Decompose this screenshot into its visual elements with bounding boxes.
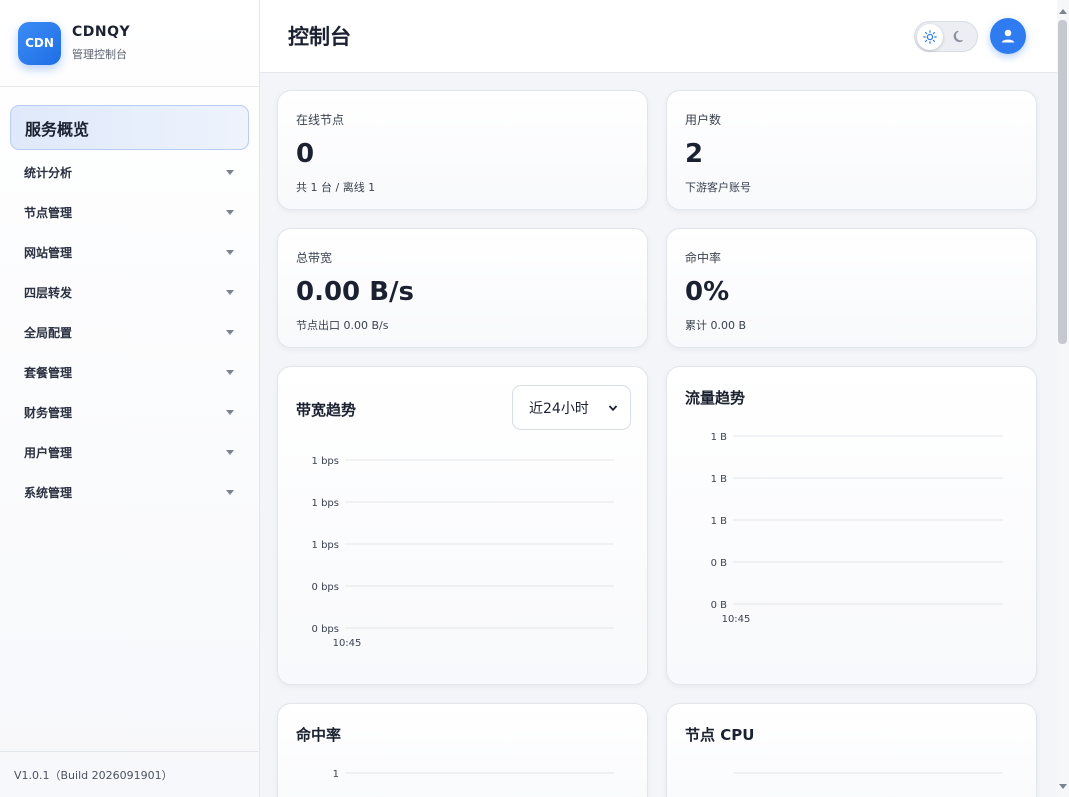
chart-title: 节点 CPU [685, 726, 755, 744]
user-avatar[interactable] [990, 18, 1026, 54]
caret-down-icon [226, 369, 234, 375]
stat-card-bandwidth: 总带宽 0.00 B/s 节点出口 0.00 B/s [277, 228, 648, 348]
caret-down-icon [226, 409, 234, 415]
moon-icon [953, 30, 963, 43]
sun-icon [923, 30, 937, 44]
sidebar-item-system[interactable]: 系统管理 [10, 472, 249, 512]
sidebar-item-overview[interactable]: 服务概览 [10, 105, 249, 150]
y-tick-label: 0 bps [312, 624, 339, 635]
sidebar-item-label: 四层转发 [24, 285, 73, 300]
stat-label: 在线节点 [296, 113, 345, 127]
sidebar-item-finance[interactable]: 财务管理 [10, 392, 249, 432]
stat-label: 命中率 [685, 251, 722, 265]
theme-toggle[interactable] [914, 21, 978, 52]
stat-value: 0 [296, 139, 315, 169]
toggle-knob [917, 24, 943, 50]
caret-down-icon [226, 329, 234, 335]
stat-value: 0.00 B/s [296, 277, 414, 307]
time-range-select[interactable]: 近24小时 [512, 385, 631, 430]
user-icon [1001, 29, 1015, 43]
sidebar-item-label: 全局配置 [24, 325, 73, 340]
caret-down-icon [226, 449, 234, 455]
stat-label: 总带宽 [296, 251, 333, 265]
sidebar-item-label: 统计分析 [24, 165, 73, 180]
x-tick-label: 10:45 [722, 614, 751, 625]
y-tick-label: 1 B [711, 474, 728, 485]
chevron-down-icon [608, 405, 618, 412]
sidebar-item-label: 系统管理 [24, 485, 73, 500]
caret-down-icon [226, 289, 234, 295]
node-cpu-chart [733, 772, 1003, 774]
sidebar-item-nodes[interactable]: 节点管理 [10, 192, 249, 232]
sidebar-nav: 服务概览 统计分析 节点管理 网站管理 四层转发 全局配置 套餐管理 财务管理 … [0, 87, 259, 512]
y-tick-label: 1 bps [312, 456, 339, 467]
chart-card-node-cpu: 节点 CPU [666, 703, 1037, 797]
version-label: V1.0.1（Build 2026091901） [0, 751, 259, 797]
y-tick-label: 0 bps [312, 582, 339, 593]
sidebar: CDN CDNQY 管理控制台 服务概览 统计分析 节点管理 网站管理 四层转发… [0, 0, 260, 797]
scroll-up-icon[interactable] [1059, 9, 1067, 14]
brand-text: CDNQY 管理控制台 [72, 24, 130, 62]
y-tick-label: 0 B [711, 558, 728, 569]
sidebar-item-sites[interactable]: 网站管理 [10, 232, 249, 272]
y-tick-label: 0 B [711, 600, 728, 611]
page-scrollbar[interactable] [1057, 0, 1069, 797]
sidebar-item-label: 网站管理 [24, 245, 73, 260]
traffic-trend-chart: 1 B 1 B 1 B 0 B 0 B 10:45 [711, 432, 1003, 625]
stat-subtext: 累计 0.00 B [685, 319, 747, 332]
chart-title: 带宽趋势 [296, 401, 357, 419]
sidebar-item-global-config[interactable]: 全局配置 [10, 312, 249, 352]
y-tick-label: 1 [333, 769, 339, 780]
stat-value: 0% [685, 277, 730, 307]
brand: CDN CDNQY 管理控制台 [0, 0, 259, 87]
time-range-value: 近24小时 [529, 400, 589, 417]
y-tick-label: 1 bps [312, 540, 339, 551]
brand-subtitle: 管理控制台 [72, 48, 127, 61]
sidebar-item-plans[interactable]: 套餐管理 [10, 352, 249, 392]
caret-down-icon [226, 169, 234, 175]
stat-subtext: 共 1 台 / 离线 1 [296, 181, 376, 194]
chart-card-traffic-trend: 流量趋势 1 B 1 B 1 B 0 B 0 B 10:45 [666, 366, 1037, 685]
top-header: 控制台 [260, 0, 1057, 73]
hit-rate-chart: 1 [333, 769, 614, 780]
caret-down-icon [226, 249, 234, 255]
caret-down-icon [226, 489, 234, 495]
y-tick-label: 1 bps [312, 498, 339, 509]
x-tick-label: 10:45 [333, 638, 362, 649]
sidebar-item-users[interactable]: 用户管理 [10, 432, 249, 472]
sidebar-item-statistics[interactable]: 统计分析 [10, 152, 249, 192]
sidebar-item-l4-forwarding[interactable]: 四层转发 [10, 272, 249, 312]
stat-subtext: 下游客户账号 [685, 181, 751, 194]
stat-card-users: 用户数 2 下游客户账号 [666, 90, 1037, 210]
sidebar-item-label: 用户管理 [24, 445, 73, 460]
sidebar-item-label: 财务管理 [24, 405, 73, 420]
stat-card-hit-rate: 命中率 0% 累计 0.00 B [666, 228, 1037, 348]
y-tick-label: 1 B [711, 516, 728, 527]
caret-down-icon [226, 209, 234, 215]
scroll-down-icon[interactable] [1059, 784, 1067, 789]
stat-card-online-nodes: 在线节点 0 共 1 台 / 离线 1 [277, 90, 648, 210]
y-tick-label: 1 B [711, 432, 728, 443]
stat-label: 用户数 [685, 113, 722, 127]
brand-name: CDNQY [72, 24, 131, 40]
chart-card-bandwidth-trend: 带宽趋势 近24小时 1 bps 1 bps 1 bps 0 bps 0 bps 10:4… [277, 366, 648, 685]
scroll-thumb[interactable] [1058, 20, 1067, 344]
chart-card-hit-rate: 命中率 1 [277, 703, 648, 797]
chart-title: 流量趋势 [685, 389, 746, 407]
sidebar-item-label: 节点管理 [24, 205, 73, 220]
page-title: 控制台 [288, 25, 351, 49]
brand-logo: CDN [18, 21, 61, 65]
stat-value: 2 [685, 139, 704, 169]
bandwidth-trend-chart: 1 bps 1 bps 1 bps 0 bps 0 bps 10:45 [312, 456, 614, 649]
sidebar-item-label: 套餐管理 [24, 365, 73, 380]
stat-subtext: 节点出口 0.00 B/s [296, 319, 389, 332]
chart-title: 命中率 [296, 726, 342, 744]
